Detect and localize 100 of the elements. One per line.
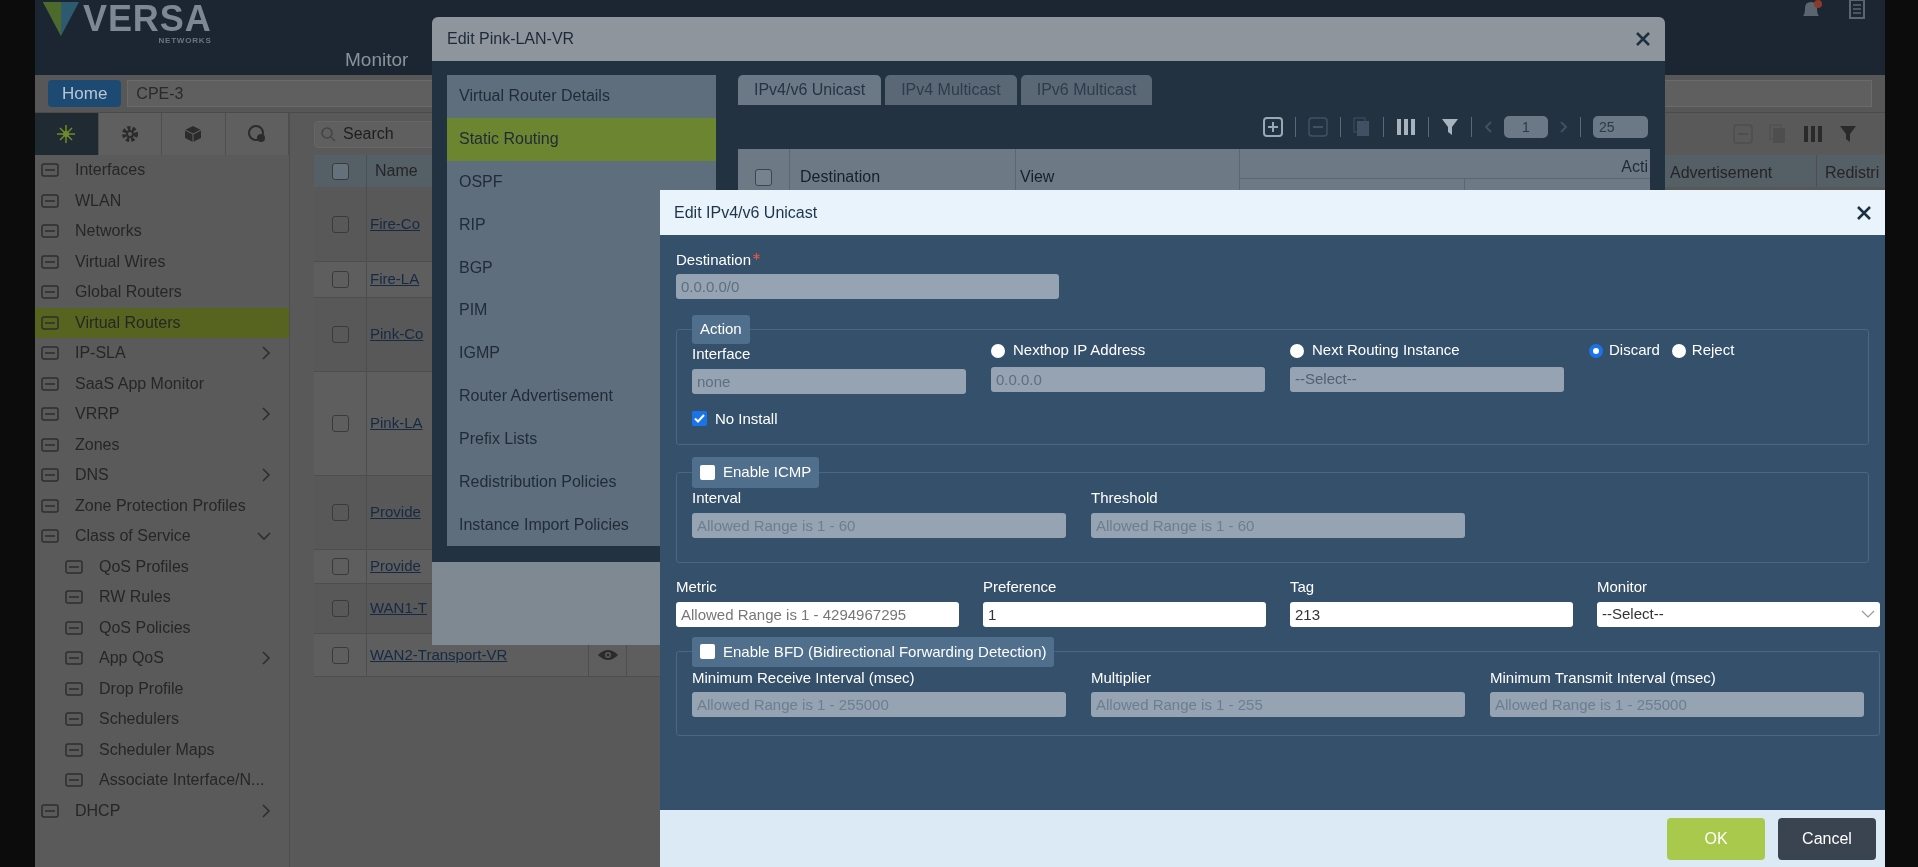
field-label: Destination — [676, 249, 752, 270]
menu-item-icon — [65, 772, 83, 789]
sidebar-tab[interactable] — [98, 113, 162, 155]
radio-label: Nexthop IP Address — [1013, 340, 1146, 361]
select-field[interactable]: --Select-- — [1597, 601, 1880, 627]
menu-item-icon — [41, 223, 59, 240]
checkbox[interactable] — [700, 644, 715, 660]
field-label: Metric — [676, 577, 717, 597]
chevron-right-icon — [261, 346, 271, 361]
eye-icon[interactable] — [596, 648, 619, 662]
menu-item-icon — [41, 253, 59, 270]
field-label: Minimum Receive Interval (msec) — [692, 667, 915, 688]
page-size-field[interactable]: 25 — [1593, 116, 1648, 138]
home-button[interactable]: Home — [48, 80, 122, 107]
tab[interactable]: IPv4/v6 Unicast — [738, 75, 882, 105]
checkbox[interactable] — [331, 646, 349, 664]
checkbox[interactable] — [755, 168, 772, 186]
checkbox[interactable] — [331, 600, 349, 617]
menu-item-icon — [41, 802, 59, 819]
checkbox[interactable] — [331, 326, 349, 343]
checkbox[interactable] — [331, 271, 349, 288]
column-header: Redistri — [1824, 163, 1881, 183]
menu-item-icon — [41, 375, 59, 392]
previous-icon[interactable] — [1484, 121, 1492, 133]
dialog-title: Edit Pink-LAN-VR — [447, 29, 575, 49]
router-link[interactable]: Fire-Co — [370, 212, 420, 236]
cancel-button[interactable]: Cancel — [1778, 817, 1876, 860]
router-link[interactable]: WAN2-Transport-VR — [370, 643, 508, 667]
chevron-right-icon — [261, 468, 271, 483]
add-icon[interactable] — [1263, 117, 1283, 137]
router-link[interactable]: Pink-LA — [370, 412, 423, 435]
checkbox[interactable] — [331, 415, 349, 432]
checkbox[interactable] — [700, 464, 715, 480]
radio-label: Discard — [1609, 340, 1660, 361]
radio-button[interactable] — [991, 343, 1005, 358]
checkbox[interactable] — [692, 411, 707, 427]
input-field[interactable]: 213 — [1290, 601, 1573, 627]
input-field[interactable]: Allowed Range is 1 - 4294967295 — [676, 601, 959, 627]
ok-button[interactable]: OK — [1667, 817, 1765, 860]
checkbox-label: No Install — [715, 408, 778, 429]
checkbox[interactable] — [331, 215, 349, 233]
search-icon — [320, 125, 336, 142]
document-icon[interactable] — [1849, 0, 1865, 20]
sidebar-item[interactable]: Virtual Routers — [35, 307, 289, 338]
filter-icon[interactable] — [1441, 118, 1459, 136]
menu-item[interactable]: Virtual Router Details — [447, 75, 716, 118]
checkbox[interactable] — [331, 504, 349, 521]
checkbox[interactable] — [331, 162, 349, 180]
chevron-right-icon — [261, 803, 271, 818]
menu-item-icon — [41, 345, 59, 362]
copy-icon[interactable] — [1353, 117, 1371, 137]
checkbox-label: Enable BFD (Bidirectional Forwarding Detection) — [723, 641, 1047, 662]
menu-item-icon — [65, 619, 83, 636]
menu-item-icon — [65, 650, 83, 667]
chevron-right-icon — [261, 651, 271, 666]
router-link[interactable]: Provide — [370, 555, 421, 578]
input-field[interactable]: 1 — [983, 601, 1266, 627]
cube-icon — [183, 124, 204, 144]
page-field[interactable]: 1 — [1504, 116, 1548, 138]
column-header: Destination — [800, 168, 881, 185]
chevron-right-icon — [261, 407, 271, 422]
close-icon[interactable] — [1857, 205, 1871, 220]
next-icon[interactable] — [1560, 121, 1568, 133]
field-label: Interval — [692, 488, 742, 508]
menu-item[interactable]: Static Routing — [447, 117, 716, 161]
field-label: Preference — [983, 577, 1057, 597]
menu-item-icon — [41, 497, 59, 514]
logo-subtitle: NETWORKS — [158, 36, 212, 46]
column-header: Acti — [1240, 149, 1650, 179]
network-icon — [56, 124, 77, 144]
router-link[interactable]: Pink-Co — [370, 323, 424, 346]
logo-mark-icon — [43, 2, 79, 38]
menu-item-icon — [41, 467, 59, 484]
sidebar-tab[interactable] — [225, 113, 289, 155]
menu-item-icon — [41, 314, 59, 331]
radio-button[interactable] — [1589, 343, 1603, 358]
router-link[interactable]: Fire-LA — [370, 268, 420, 291]
nav-tab[interactable]: Monitor — [345, 46, 409, 75]
field-label: Multiplier — [1091, 667, 1151, 688]
select-field[interactable]: --Select-- — [1290, 366, 1564, 392]
menu-item-icon — [65, 711, 83, 728]
field-label: Threshold — [1091, 488, 1158, 508]
radio-label: Next Routing Instance — [1312, 340, 1460, 361]
checkbox[interactable] — [331, 558, 349, 575]
radio-button[interactable] — [1290, 343, 1304, 358]
radio-button[interactable] — [1671, 343, 1686, 358]
column-header: View — [1020, 168, 1055, 185]
checkbox-label: Enable ICMP — [723, 462, 812, 482]
settings-icon — [119, 124, 140, 144]
minus-icon[interactable] — [1308, 117, 1328, 137]
menu-item-icon — [41, 528, 59, 545]
chevron-down-icon — [1861, 610, 1875, 618]
columns-icon[interactable] — [1396, 118, 1416, 136]
menu-item-icon — [41, 436, 59, 453]
field-label: Interface — [692, 344, 751, 364]
menu-item-icon — [41, 162, 59, 179]
sidebar-tab[interactable] — [162, 113, 226, 155]
router-link[interactable]: WAN1-T — [370, 597, 427, 620]
router-link[interactable]: Provide — [370, 501, 421, 524]
sidebar-tab[interactable] — [35, 113, 99, 155]
